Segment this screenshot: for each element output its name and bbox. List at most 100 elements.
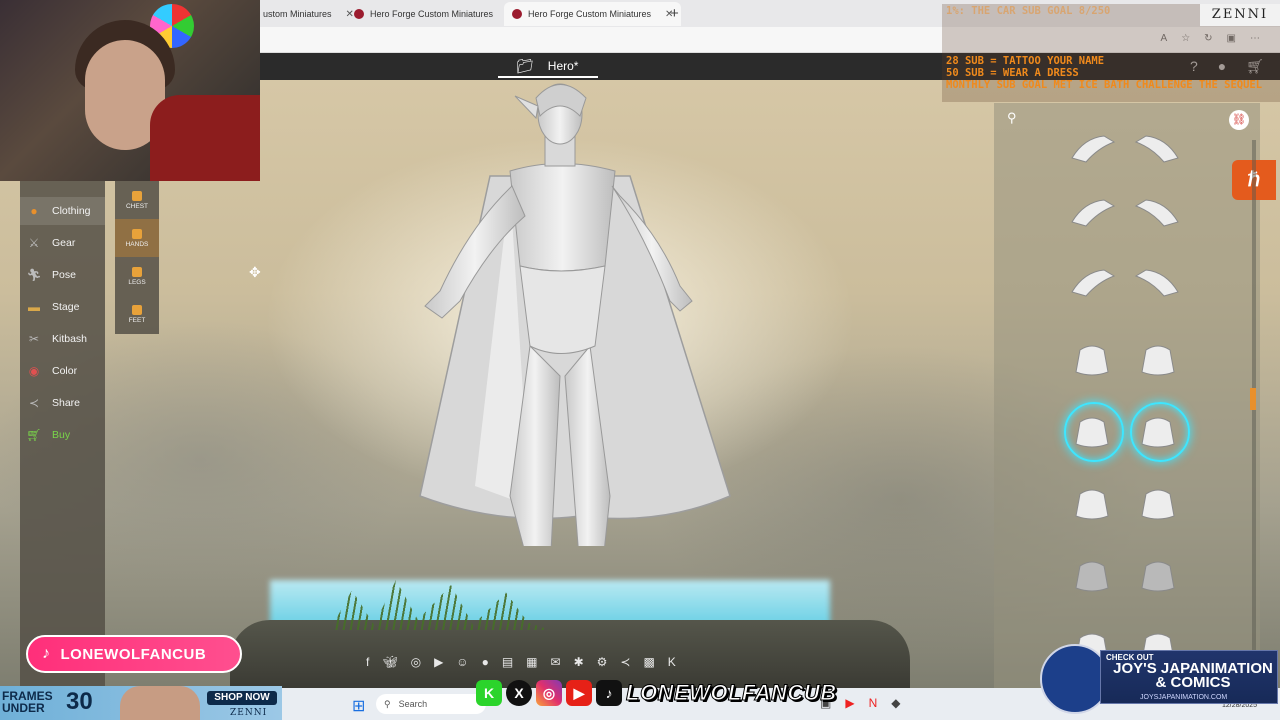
parts-scrollbar-thumb[interactable] <box>1250 388 1256 410</box>
bug-icon[interactable]: ✱ <box>574 655 584 669</box>
hand-part-option-selected[interactable] <box>1130 402 1190 462</box>
nav-label: Buy <box>52 429 71 441</box>
shirt-icon: ● <box>30 204 38 218</box>
hand-part-option[interactable] <box>1064 128 1120 172</box>
facebook-icon[interactable]: f <box>366 655 369 669</box>
netflix-icon[interactable]: N <box>869 696 878 710</box>
discord-icon[interactable]: ☺ <box>456 655 468 669</box>
tab-title: Hero Forge Custom Miniatures <box>370 9 494 19</box>
screen: ustom Miniatures ✕ Hero Forge Custom Min… <box>0 0 1280 720</box>
kickstarter-icon[interactable]: K <box>668 655 676 669</box>
nav-label: Kitbash <box>52 333 88 345</box>
instagram-icon[interactable]: ◎ <box>411 655 421 669</box>
social-handle-text: LONEWOLFANCUB <box>626 680 837 706</box>
sword-icon: ⚔︎ <box>28 236 40 250</box>
nav-item-stage[interactable]: ▬ Stage <box>20 293 105 321</box>
hand-part-option[interactable] <box>1130 552 1186 596</box>
chest-icon <box>132 190 142 201</box>
windows-start-icon[interactable]: ⊞ <box>352 696 365 716</box>
share-icon[interactable]: ≺ <box>620 655 630 669</box>
running-figure-icon: 🏃︎ <box>26 268 42 282</box>
new-tab-button[interactable]: + <box>670 5 679 22</box>
subnav-hands[interactable]: HANDS <box>115 219 159 257</box>
nav-item-share[interactable]: ≺ Share <box>20 389 105 417</box>
ad-model-photo <box>120 686 200 720</box>
hand-part-option[interactable] <box>1064 552 1120 596</box>
palette-icon: ◉ <box>28 364 40 378</box>
hand-part-icon <box>1141 489 1175 520</box>
app-icon[interactable]: ◆ <box>891 696 900 710</box>
subnav-chest[interactable]: CHEST <box>115 181 159 219</box>
browser-tab-active[interactable]: Hero Forge Custom Miniatures ✕ <box>504 2 682 26</box>
subnav-label: LEGS <box>128 278 146 286</box>
youtube-icon: ▶ <box>566 680 592 706</box>
nav-item-pose[interactable]: 🏃︎ Pose <box>20 261 105 289</box>
hand-part-icon <box>1134 135 1179 163</box>
youtube-icon[interactable]: ▶ <box>434 655 443 669</box>
hand-part-option[interactable] <box>1130 480 1186 524</box>
browser-tab[interactable]: Hero Forge Custom Miniatures ✕ <box>346 2 523 26</box>
hand-part-option[interactable] <box>1130 262 1186 306</box>
tab-title: Hero Forge Custom Miniatures <box>528 9 652 19</box>
instagram-icon: ◎ <box>536 680 562 706</box>
ad-brand: ZENNI <box>230 708 268 718</box>
nav-label: Share <box>52 397 81 409</box>
taskbar-search-placeholder: Search <box>398 699 428 709</box>
zenni-logo: ZENNI <box>1200 4 1280 26</box>
streamer-bandana <box>150 95 260 181</box>
subnav-feet[interactable]: FEET <box>115 295 159 333</box>
sponsor-overlay: CHECK OUT JOY'S JAPANIMATION & COMICS JO… <box>1040 644 1280 714</box>
hand-part-option[interactable] <box>1064 336 1120 380</box>
nav-item-clothing[interactable]: ● Clothing <box>20 197 105 225</box>
nav-item-gear[interactable]: ⚔︎ Gear <box>20 229 105 257</box>
gift-icon[interactable]: ▩ <box>643 655 654 669</box>
hand-icon <box>132 228 142 239</box>
youtube-icon[interactable]: ▶ <box>845 696 854 710</box>
left-nav: ● Clothing ⚔︎ Gear 🏃︎ Pose ▬ Stage ✂︎ Ki… <box>20 181 105 688</box>
hand-part-option[interactable] <box>1130 336 1186 380</box>
legs-icon <box>132 266 142 277</box>
hand-part-option[interactable] <box>1064 192 1120 236</box>
hand-part-icon <box>1071 199 1116 227</box>
taskbar-search[interactable]: ⚲ Search <box>376 694 486 714</box>
hand-part-icon <box>1075 345 1109 376</box>
hand-part-icon <box>1134 199 1179 227</box>
nav-item-kitbash[interactable]: ✂︎ Kitbash <box>20 325 105 353</box>
miniature-figure[interactable] <box>380 76 740 546</box>
hand-part-icon <box>1141 417 1175 448</box>
link-icon[interactable]: ⛓︎ <box>1229 110 1249 130</box>
folder-icon[interactable]: 📁︎ <box>516 58 534 75</box>
nav-label: Color <box>52 365 78 377</box>
hand-part-icon <box>1134 269 1179 297</box>
reddit-icon[interactable]: ● <box>482 655 489 669</box>
twitch-icon[interactable]: ▤ <box>502 655 513 669</box>
parts-scrollbar[interactable] <box>1252 140 1256 680</box>
goal-line: 28 SUB = TATTOO YOUR NAME <box>946 55 1105 67</box>
calendar-icon[interactable]: ▦ <box>526 655 537 669</box>
hand-part-option[interactable] <box>1130 192 1186 236</box>
hand-part-option[interactable] <box>1064 262 1120 306</box>
subnav-label: CHEST <box>125 202 149 210</box>
hand-part-option[interactable] <box>1130 128 1186 172</box>
nav-item-color[interactable]: ◉ Color <box>20 357 105 385</box>
sponsor-title: JOY'S JAPANIMATION & COMICS <box>1113 660 1273 691</box>
share-icon: ≺ <box>28 396 40 410</box>
nav-label: Pose <box>52 269 76 281</box>
goal-line: MONTHLY SUB GOAL MET ICE BATH CHALLENGE … <box>946 79 1263 91</box>
subnav-label: FEET <box>128 316 146 324</box>
settings-gear-icon[interactable]: ⚙ <box>597 655 608 669</box>
email-icon[interactable]: ✉ <box>551 655 561 669</box>
boot-icon <box>132 304 142 315</box>
ad-text: FRAMES UNDER <box>2 689 53 715</box>
tiktok-icon: ♪ <box>42 645 51 662</box>
kitbash-icon: ✂︎ <box>28 332 40 346</box>
subnav-label: HANDS <box>125 240 149 248</box>
nav-item-buy[interactable]: 🛒︎ Buy <box>20 421 105 449</box>
nav-label: Clothing <box>52 205 91 217</box>
hand-part-option[interactable] <box>1064 480 1120 524</box>
search-icon[interactable]: ⚲ <box>1007 110 1017 126</box>
subnav-legs[interactable]: LEGS <box>115 257 159 295</box>
bluesky-icon[interactable]: 🦋︎ <box>382 655 397 669</box>
tiktok-handle: LONEWOLFANCUB <box>60 645 207 663</box>
hand-part-option-selected[interactable] <box>1064 402 1124 462</box>
